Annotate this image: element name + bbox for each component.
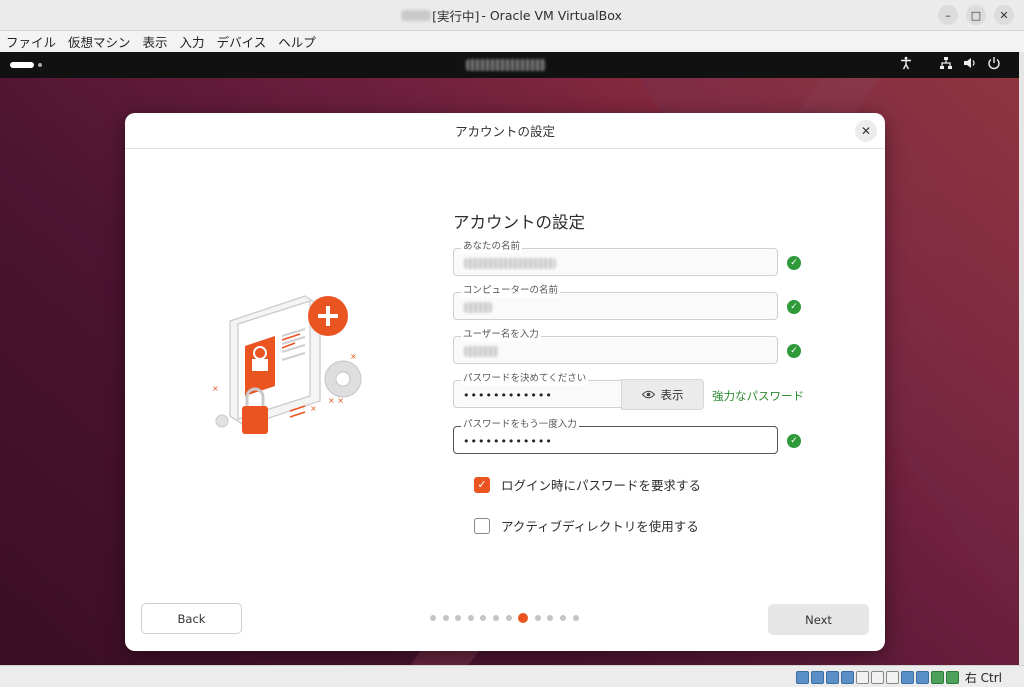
audio-icon[interactable]	[825, 671, 839, 684]
shared-folder-icon[interactable]	[870, 671, 884, 684]
cpu-icon[interactable]	[915, 671, 929, 684]
back-button[interactable]: Back	[141, 603, 242, 634]
eye-icon	[641, 388, 655, 402]
step-pager	[430, 613, 579, 623]
password-strength: 強力なパスワード	[712, 389, 804, 403]
show-password-label: 表示	[660, 387, 684, 402]
pager-dot	[559, 615, 566, 621]
usb-icon[interactable]	[855, 671, 869, 684]
network-icon[interactable]	[939, 56, 953, 73]
active-directory-label: アクティブディレクトリを使用する	[501, 519, 699, 534]
pager-dot	[480, 615, 487, 621]
menu-input[interactable]: 入力	[180, 32, 205, 51]
network-adapter-icon[interactable]	[840, 671, 854, 684]
pager-dot	[467, 615, 474, 621]
menu-machine[interactable]: 仮想マシン	[68, 32, 131, 51]
redacted-clock	[466, 59, 546, 71]
pager-dot-current	[518, 613, 529, 623]
guest-topbar	[0, 52, 1019, 78]
pager-dot	[547, 615, 554, 621]
close-window-button[interactable]: ✕	[994, 5, 1014, 25]
pager-dot	[572, 615, 579, 621]
power-icon[interactable]	[987, 56, 1001, 73]
minimize-button[interactable]: –	[938, 5, 958, 25]
require-password-label: ログイン時にパスワードを要求する	[501, 478, 702, 493]
your-name-field[interactable]: あなたの名前	[453, 241, 778, 276]
menu-file[interactable]: ファイル	[6, 32, 56, 51]
svg-text:×: ×	[310, 404, 317, 413]
pager-dot	[492, 615, 499, 621]
redacted-vm-name	[402, 9, 431, 21]
optical-drive-icon[interactable]	[810, 671, 824, 684]
host-key-label: 右 Ctrl	[964, 671, 1002, 685]
confirm-password-field[interactable]: パスワードをもう一度入力 ••••••••••••	[453, 419, 778, 454]
svg-text:×: ×	[350, 352, 357, 361]
redacted-name-value	[464, 258, 556, 269]
svg-text:× ×: × ×	[328, 396, 344, 405]
menu-devices[interactable]: デバイス	[217, 32, 267, 51]
host-titlebar: [実行中] - Oracle VM VirtualBox – □ ✕	[0, 0, 1024, 31]
next-button[interactable]: Next	[768, 604, 869, 635]
host-statusbar: 右 Ctrl	[0, 665, 1024, 687]
active-directory-option[interactable]: アクティブディレクトリを使用する	[474, 516, 699, 535]
dialog-title: アカウントの設定	[454, 124, 555, 139]
username-label: ユーザー名を入力	[461, 329, 541, 341]
confirm-password-label: パスワードをもう一度入力	[461, 419, 579, 431]
check-icon: ✓	[787, 300, 801, 314]
title-app: - Oracle VM VirtualBox	[481, 7, 622, 23]
pager-dot	[430, 615, 436, 621]
password-field[interactable]: パスワードを決めてください ••••••••••••	[453, 373, 623, 408]
account-setup-dialog: アカウントの設定 ✕ × × × × × アカウントの設定 あなたの名前 ✓ コ…	[125, 113, 885, 651]
password-label: パスワードを決めてください	[461, 373, 589, 385]
computer-name-label: コンピューターの名前	[461, 285, 561, 297]
menu-help[interactable]: ヘルプ	[278, 32, 316, 51]
check-icon: ✓	[787, 256, 801, 270]
show-password-button[interactable]: 表示	[621, 379, 704, 410]
require-password-checkbox[interactable]: ✓	[474, 476, 490, 493]
form-heading: アカウントの設定	[453, 213, 585, 232]
check-icon: ✓	[787, 344, 801, 358]
display-icon[interactable]	[885, 671, 899, 684]
workspace-indicator[interactable]	[10, 62, 34, 68]
check-icon: ✓	[787, 434, 801, 448]
title-state: [実行中]	[432, 8, 480, 24]
username-field[interactable]: ユーザー名を入力	[453, 329, 778, 364]
host-scrollbar[interactable]	[1019, 52, 1024, 665]
account-illustration: × × × × ×	[212, 295, 362, 434]
your-name-label: あなたの名前	[461, 241, 523, 253]
menu-view[interactable]: 表示	[143, 32, 168, 51]
computer-name-field[interactable]: コンピューターの名前	[453, 285, 778, 320]
svg-text:×: ×	[212, 384, 219, 393]
accessibility-icon[interactable]	[899, 56, 913, 73]
confirm-password-value: ••••••••••••	[463, 435, 553, 448]
close-icon[interactable]: ✕	[855, 120, 877, 142]
pager-dot	[455, 615, 462, 621]
maximize-button[interactable]: □	[966, 5, 986, 25]
host-menubar: ファイル 仮想マシン 表示 入力 デバイス ヘルプ	[0, 31, 1024, 52]
require-password-option[interactable]: ✓ ログイン時にパスワードを要求する	[474, 475, 701, 494]
workspace-dot	[38, 63, 42, 67]
window-title: [実行中] - Oracle VM VirtualBox	[402, 6, 622, 25]
mouse-integration-icon[interactable]	[930, 671, 944, 684]
password-value: ••••••••••••	[463, 389, 553, 402]
keyboard-icon[interactable]	[945, 671, 959, 684]
active-directory-checkbox[interactable]	[474, 517, 490, 534]
hdd-icon[interactable]	[795, 671, 809, 684]
pager-dot	[534, 615, 541, 621]
redacted-username-value	[464, 346, 498, 357]
pager-dot	[442, 615, 449, 621]
redacted-computer-value	[464, 302, 492, 313]
volume-icon[interactable]	[963, 56, 977, 73]
video-capture-icon[interactable]	[900, 671, 914, 684]
pager-dot	[505, 615, 512, 621]
dialog-header: アカウントの設定 ✕	[125, 113, 885, 149]
